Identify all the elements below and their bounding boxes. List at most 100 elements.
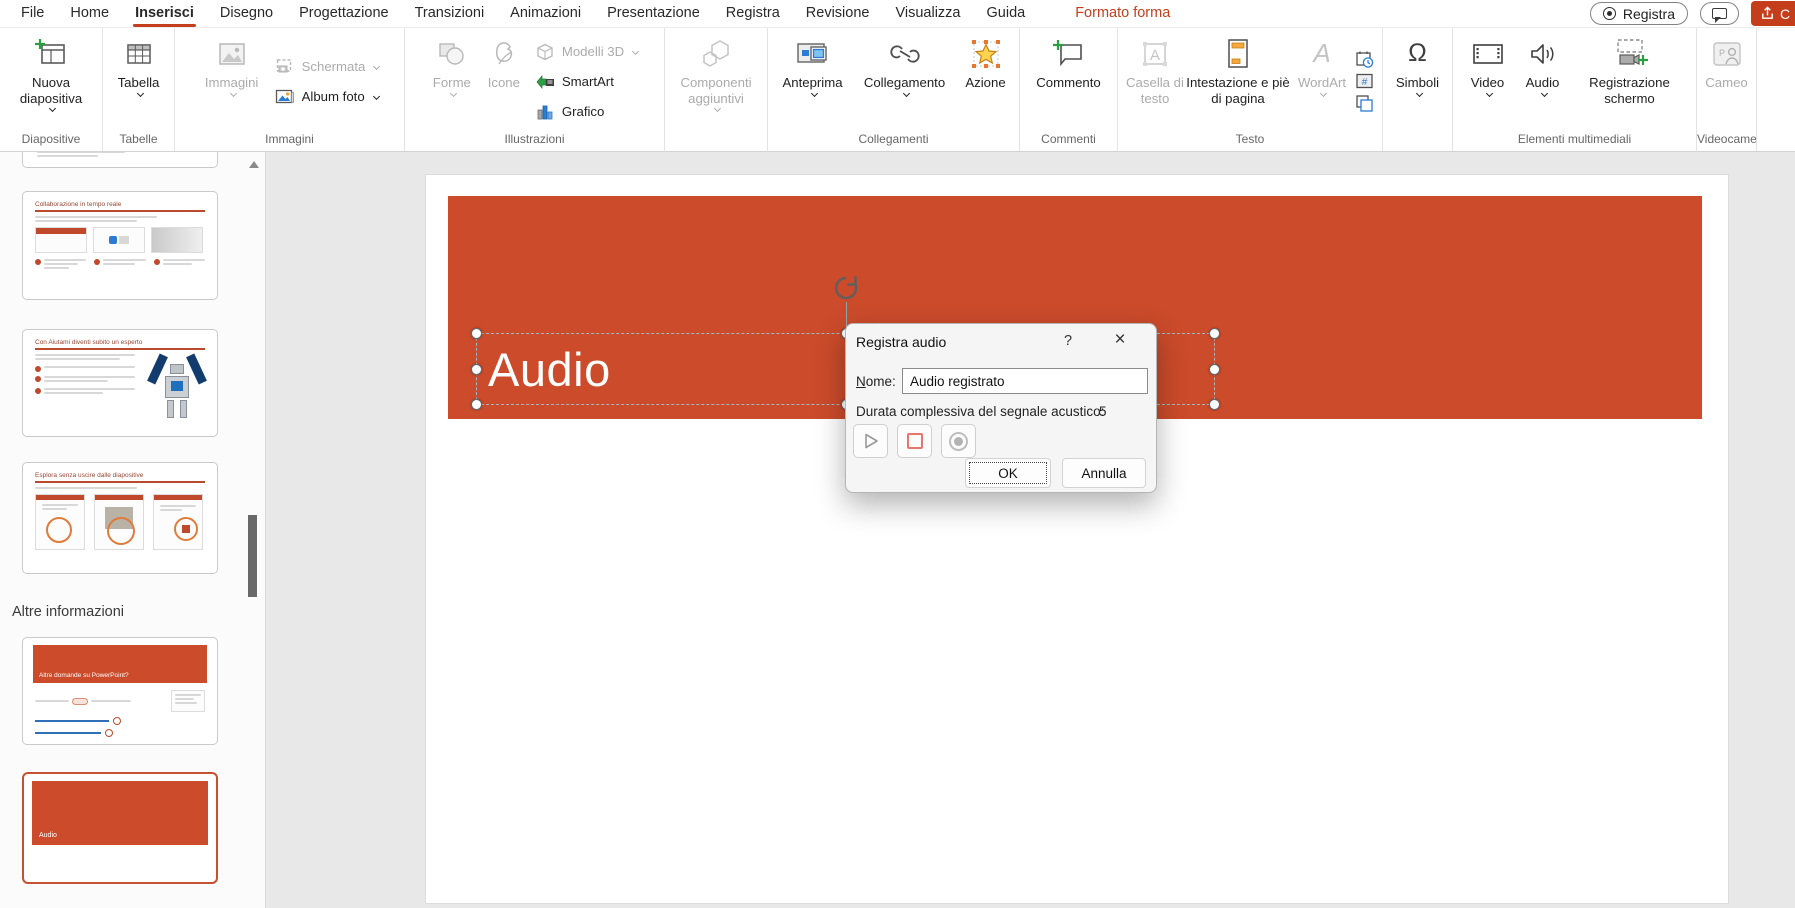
tab-revisione[interactable]: Revisione: [793, 0, 883, 28]
thumbnail-slide-altre-domande[interactable]: Altre domande su PowerPoint?: [22, 637, 218, 745]
photo-album-button[interactable]: Album foto: [270, 83, 385, 110]
shapes-button[interactable]: Forme: [426, 31, 478, 132]
comment-button[interactable]: Commento: [1025, 31, 1113, 132]
header-footer-icon: [1225, 36, 1251, 72]
record-icon: [1603, 7, 1616, 20]
cancel-button[interactable]: Annulla: [1062, 458, 1146, 488]
group-label-testo: Testo: [1118, 132, 1382, 151]
audio-button[interactable]: Audio: [1516, 31, 1570, 132]
audio-name-input[interactable]: [902, 368, 1148, 394]
group-label-componenti: [665, 132, 767, 151]
tab-registra[interactable]: Registra: [713, 0, 793, 28]
slide-thumbnail-panel: Collaborazione in tempo reale Con Aiutam…: [0, 152, 266, 908]
slide-editing-area[interactable]: Audio: [425, 174, 1729, 904]
action-button[interactable]: Azione: [958, 31, 1014, 132]
preview-icon: [796, 36, 830, 72]
chevron-down-icon: [373, 63, 380, 70]
tab-home[interactable]: Home: [57, 0, 122, 28]
rotate-handle[interactable]: [833, 275, 859, 301]
play-icon: [861, 431, 881, 451]
new-slide-button[interactable]: Nuova diapositiva: [3, 31, 99, 132]
icons-icon: [489, 36, 519, 72]
slide-title-text[interactable]: Audio: [477, 342, 611, 397]
share-button[interactable]: C: [1751, 1, 1795, 26]
text-box-button[interactable]: A Casella di testo: [1125, 31, 1185, 132]
screen-recording-icon: [1612, 36, 1648, 72]
date-time-button[interactable]: [1354, 50, 1375, 70]
comment-icon: [1712, 8, 1727, 19]
record-audio-button[interactable]: [941, 424, 976, 458]
header-footer-button[interactable]: Intestazione e piè di pagina: [1186, 31, 1290, 132]
chevron-down-icon: [1415, 89, 1422, 96]
tab-visualizza[interactable]: Visualizza: [882, 0, 973, 28]
thumbnail-slide-collaborazione[interactable]: Collaborazione in tempo reale: [22, 191, 218, 300]
cameo-icon: P: [1711, 36, 1743, 72]
record-presentation-button[interactable]: Registra: [1590, 2, 1688, 25]
wordart-button[interactable]: A WordArt: [1291, 31, 1353, 132]
screenshot-button[interactable]: Schermata: [270, 53, 385, 80]
handle-bottom-right[interactable]: [1209, 399, 1220, 410]
tab-file[interactable]: File: [8, 0, 57, 28]
ok-button[interactable]: OK: [965, 458, 1051, 488]
handle-top-right[interactable]: [1209, 328, 1220, 339]
media-controls: [853, 424, 976, 458]
screen-recording-button[interactable]: Registrazione schermo: [1571, 31, 1689, 132]
link-button[interactable]: Collegamento: [853, 31, 957, 132]
ribbon: Nuova diapositiva Diapositive Tabella Ta…: [0, 28, 1795, 152]
dialog-help-button[interactable]: ?: [1058, 333, 1078, 349]
svg-text:#: #: [1362, 76, 1368, 88]
scrollbar-up-arrow[interactable]: [249, 156, 259, 168]
thumbnail-slide-partial[interactable]: [22, 152, 218, 168]
table-button[interactable]: Tabella: [107, 31, 171, 132]
tab-disegno[interactable]: Disegno: [207, 0, 286, 28]
pictures-button[interactable]: Immagini: [195, 31, 269, 132]
object-button[interactable]: [1354, 94, 1375, 114]
tab-guida[interactable]: Guida: [974, 0, 1039, 28]
smartart-icon: [535, 72, 556, 92]
new-slide-icon: [34, 36, 68, 72]
tab-animazioni[interactable]: Animazioni: [497, 0, 594, 28]
chevron-down-icon: [714, 105, 721, 112]
action-star-icon: [970, 36, 1002, 72]
slide-canvas: Audio: [266, 152, 1795, 908]
thumbnail-slide-aiutami[interactable]: Con Aiutami diventi subito un esperto: [22, 329, 218, 437]
handle-bottom-left[interactable]: [471, 399, 482, 410]
group-illustrazioni: Forme Icone Modelli 3D: [405, 28, 665, 151]
stop-button[interactable]: [897, 424, 932, 458]
group-simboli: Ω Simboli: [1383, 28, 1453, 151]
handle-top-left[interactable]: [471, 328, 482, 339]
cameo-button[interactable]: P Cameo: [1699, 31, 1755, 132]
smartart-button[interactable]: SmartArt: [530, 68, 643, 95]
object-icon: [1355, 94, 1374, 113]
chevron-down-icon: [373, 93, 380, 100]
tab-formato-forma[interactable]: Formato forma: [1062, 0, 1183, 28]
video-button[interactable]: Video: [1461, 31, 1515, 132]
comments-button[interactable]: [1700, 2, 1739, 25]
group-collegamenti: Anteprima Collegamento Azione Collegamen…: [768, 28, 1020, 151]
scrollbar-thumb[interactable]: [248, 515, 257, 597]
dialog-close-button[interactable]: ×: [1108, 329, 1132, 351]
handle-mid-left[interactable]: [471, 364, 482, 375]
handle-mid-right[interactable]: [1209, 364, 1220, 375]
chart-button[interactable]: Grafico: [530, 98, 643, 125]
chevron-down-icon: [1485, 89, 1492, 96]
chevron-down-icon: [632, 48, 639, 55]
3d-models-button[interactable]: Modelli 3D: [530, 38, 643, 65]
add-ins-button[interactable]: Componenti aggiuntivi: [668, 31, 764, 132]
robot-illustration: [151, 354, 203, 422]
icons-button[interactable]: Icone: [479, 31, 529, 132]
tab-progettazione[interactable]: Progettazione: [286, 0, 401, 28]
duration-value: 5: [1099, 404, 1107, 419]
preview-button[interactable]: Anteprima: [774, 31, 852, 132]
thumbnail-slide-audio-selected[interactable]: Audio: [22, 772, 218, 884]
tab-inserisci[interactable]: Inserisci: [122, 0, 207, 28]
play-button[interactable]: [853, 424, 888, 458]
tab-transizioni[interactable]: Transizioni: [402, 0, 498, 28]
group-label-tabelle: Tabelle: [103, 132, 174, 151]
group-testo: A Casella di testo Intestazione e piè di…: [1118, 28, 1383, 151]
thumbnail-slide-esplora[interactable]: Esplora senza uscire dalle diapositive: [22, 462, 218, 574]
3d-cube-icon: [535, 42, 556, 62]
tab-presentazione[interactable]: Presentazione: [594, 0, 713, 28]
symbols-button[interactable]: Ω Simboli: [1387, 31, 1449, 132]
slide-number-button[interactable]: #: [1354, 72, 1375, 92]
